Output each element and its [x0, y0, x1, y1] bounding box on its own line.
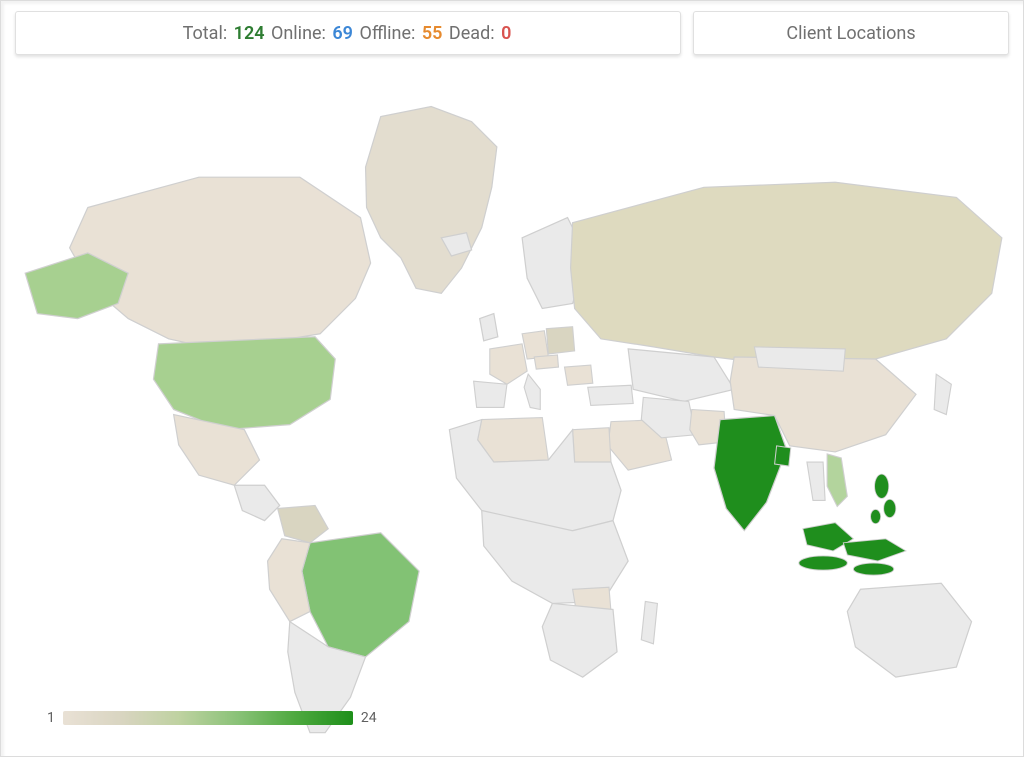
region-thailand[interactable]	[807, 462, 825, 500]
legend-min: 1	[47, 710, 55, 726]
region-south-africa[interactable]	[542, 603, 617, 677]
dead-value: 0	[501, 23, 511, 44]
region-greenland[interactable]	[366, 107, 497, 294]
region-philippines[interactable]	[871, 474, 896, 523]
region-india[interactable]	[714, 416, 787, 531]
region-poland[interactable]	[546, 327, 574, 354]
region-vietnam[interactable]	[827, 454, 847, 507]
region-madagascar[interactable]	[641, 601, 657, 643]
region-romania[interactable]	[565, 365, 593, 385]
dead-label: Dead:	[449, 23, 495, 44]
region-brazil[interactable]	[302, 533, 419, 657]
region-turkey[interactable]	[588, 385, 633, 405]
region-japan[interactable]	[934, 374, 951, 414]
region-uk[interactable]	[480, 314, 498, 341]
legend-max: 24	[361, 710, 377, 726]
region-egypt[interactable]	[573, 428, 611, 462]
region-russia[interactable]	[571, 182, 1002, 367]
total-value: 124	[234, 23, 265, 44]
online-label: Online:	[271, 23, 326, 44]
region-central-america[interactable]	[234, 485, 279, 520]
offline-value: 55	[422, 23, 443, 44]
legend-gradient	[63, 711, 353, 725]
region-france[interactable]	[490, 344, 527, 384]
header-bar: Total: 124 Online: 69 Offline: 55 Dead: …	[1, 1, 1023, 69]
stats-summary: Total: 124 Online: 69 Offline: 55 Dead: …	[15, 11, 681, 55]
region-mongolia[interactable]	[754, 347, 845, 371]
region-venezuela[interactable]	[278, 505, 329, 542]
region-czechia[interactable]	[534, 355, 558, 369]
total-label: Total:	[183, 23, 228, 44]
region-peru[interactable]	[268, 539, 310, 622]
panel-title: Client Locations	[693, 11, 1009, 55]
region-canada[interactable]	[70, 177, 371, 349]
legend: 1 24	[47, 710, 377, 726]
online-value: 69	[332, 23, 353, 44]
region-spain[interactable]	[474, 381, 507, 407]
region-australia[interactable]	[847, 583, 971, 677]
offline-label: Offline:	[359, 23, 415, 44]
region-germany[interactable]	[522, 331, 548, 359]
world-map[interactable]: 1 24	[7, 69, 1017, 750]
region-italy[interactable]	[524, 374, 540, 409]
region-bangladesh[interactable]	[775, 446, 791, 466]
region-indonesia[interactable]	[799, 523, 906, 576]
